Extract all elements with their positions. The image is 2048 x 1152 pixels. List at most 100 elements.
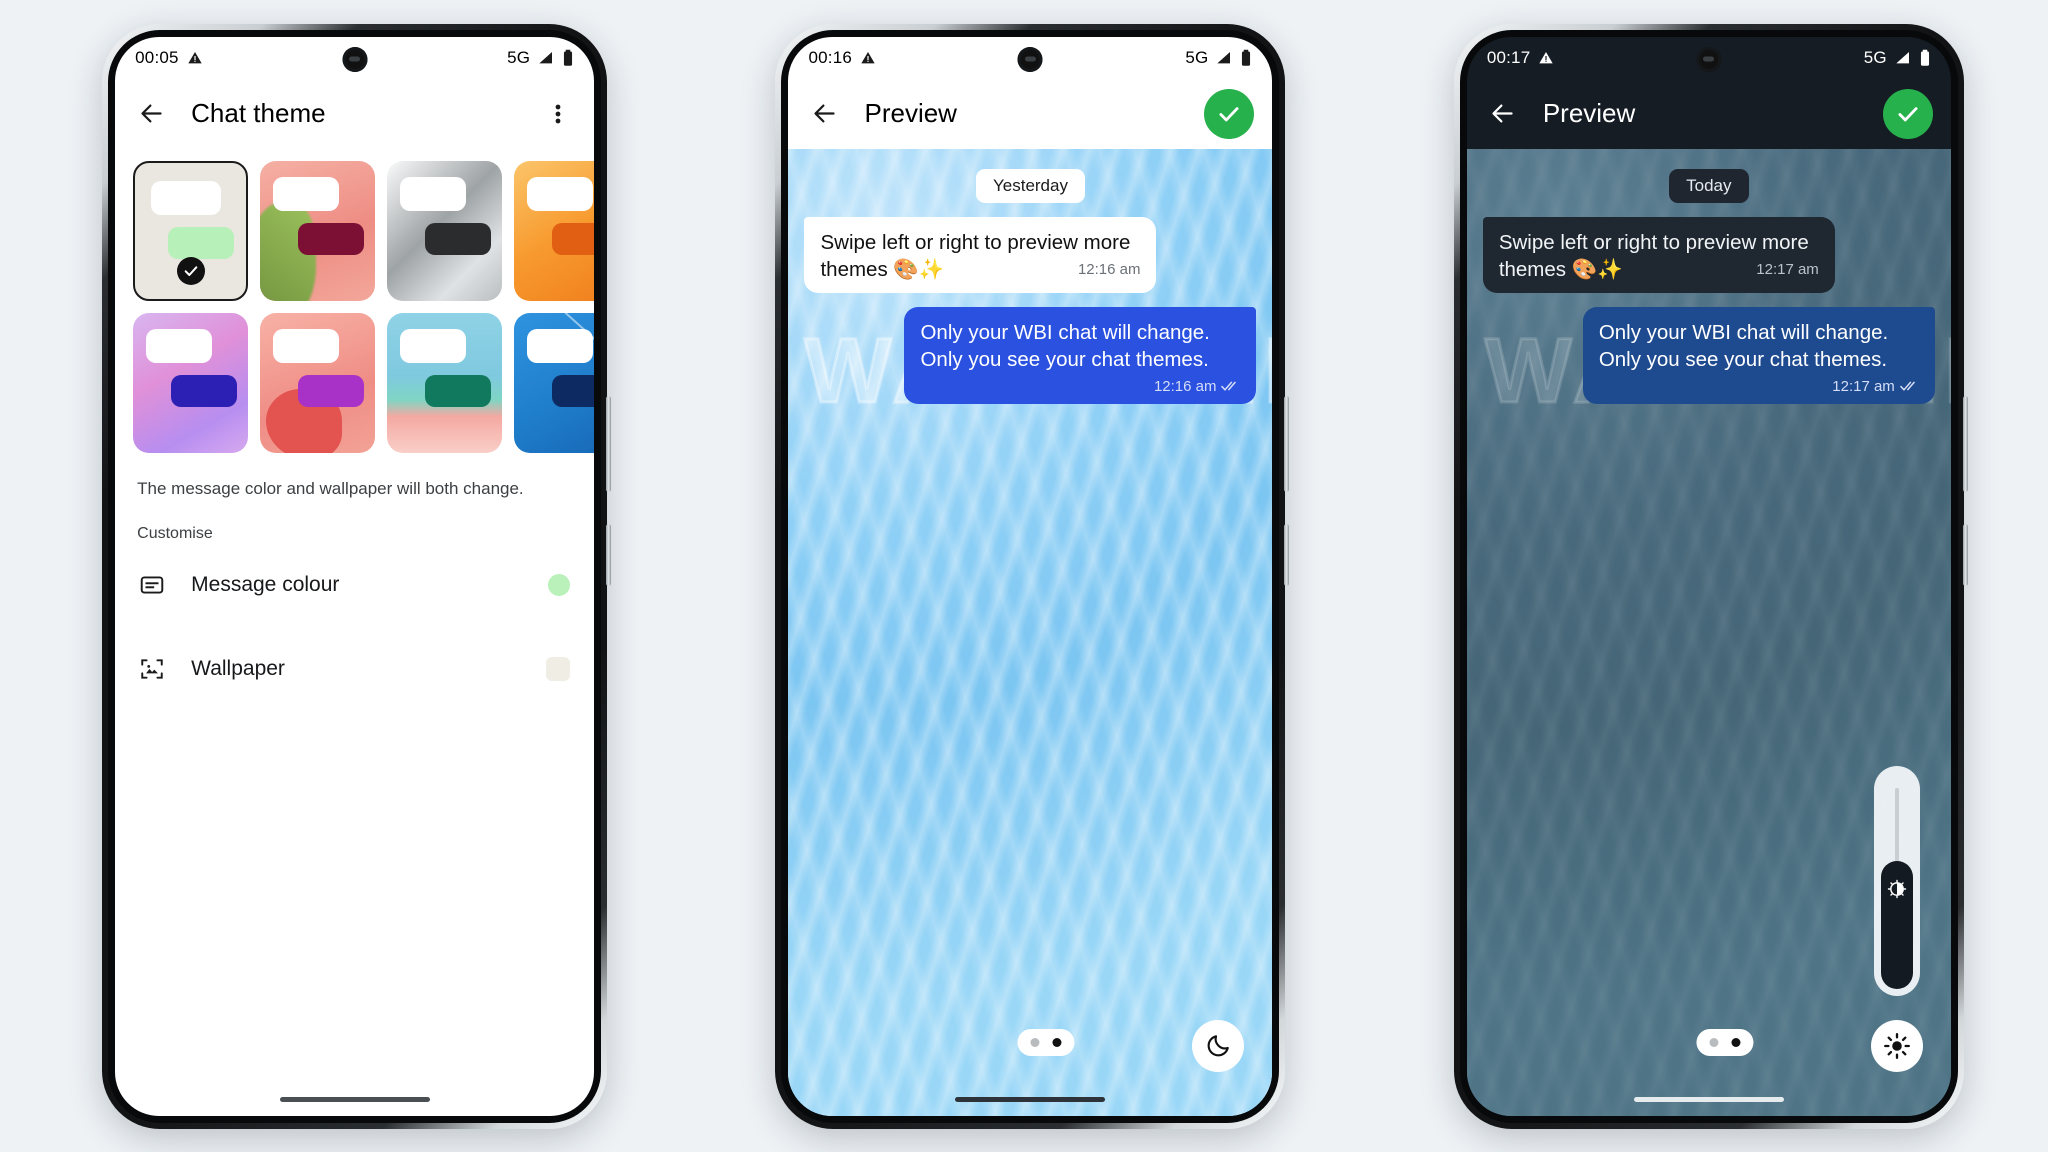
theme-tile-default[interactable] <box>133 160 249 301</box>
page-title: Preview <box>864 98 957 128</box>
bubble-time: 12:16 am <box>1077 260 1141 278</box>
volume-button[interactable] <box>1962 523 1968 586</box>
theme-tile-flower-coral[interactable] <box>260 160 376 301</box>
network-type-label: 5G <box>1863 47 1887 67</box>
warning-triangle-icon <box>861 51 875 63</box>
tile-incoming-bubble <box>400 328 467 363</box>
status-right: 5G <box>1864 48 1931 68</box>
power-button[interactable] <box>1284 395 1290 492</box>
tile-incoming-bubble <box>273 176 340 211</box>
power-button[interactable] <box>606 395 612 492</box>
status-right: 5G <box>1185 48 1252 68</box>
theme-tile-lilac-aurora[interactable] <box>133 312 249 453</box>
power-button[interactable] <box>1962 395 1968 492</box>
bubble-meta: 12:17 am <box>1832 379 1919 394</box>
screenshot-stage: 00:05 5G Chat theme The message color an… <box>0 0 2048 1152</box>
brightness-thumb[interactable] <box>1880 860 1913 989</box>
phone-preview-light: 00:16 5G Preview Yesterday Swipe left or… <box>775 23 1290 1129</box>
app-bar: Preview <box>1466 78 1951 149</box>
navigation-pill[interactable] <box>955 1096 1106 1102</box>
chat-bubble-outgoing[interactable]: Only your WBI chat will change. Only you… <box>904 306 1257 404</box>
theme-tile-silver[interactable] <box>387 160 503 301</box>
brightness-icon <box>1887 879 1907 898</box>
chat-bubble-incoming[interactable]: Swipe left or right to preview more them… <box>1482 216 1835 293</box>
pager-dot[interactable] <box>1709 1037 1719 1047</box>
status-bar: 00:05 5G <box>115 37 594 79</box>
tile-outgoing-bubble <box>552 222 595 255</box>
theme-pager-dots[interactable] <box>1017 1028 1075 1056</box>
signal-bars-icon <box>539 51 553 63</box>
app-bar: Chat theme <box>115 79 594 149</box>
message-row-outgoing: Only your WBI chat will change. Only you… <box>788 306 1272 404</box>
pager-dot-active[interactable] <box>1731 1037 1741 1047</box>
day-separator-chip: Yesterday <box>975 168 1085 203</box>
tile-incoming-bubble <box>527 176 594 211</box>
tile-incoming-bubble <box>527 328 594 363</box>
customise-section-title: Customise <box>137 524 213 542</box>
chat-bubble-incoming[interactable]: Swipe left or right to preview more them… <box>804 216 1157 293</box>
back-arrow-icon <box>814 104 835 123</box>
battery-full-icon <box>564 49 573 66</box>
setting-row-wallpaper[interactable]: Wallpaper <box>115 627 594 711</box>
theme-tile-orange-sunset[interactable] <box>514 160 595 301</box>
tile-incoming-bubble <box>151 180 222 215</box>
back-button[interactable] <box>1485 96 1521 132</box>
navigation-pill[interactable] <box>1633 1096 1784 1102</box>
overflow-menu-button[interactable] <box>540 96 576 132</box>
phone-chat-theme: 00:05 5G Chat theme The message color an… <box>102 23 612 1129</box>
bubble-time: 12:16 am <box>1153 377 1217 395</box>
theme-tile-beach[interactable] <box>387 312 503 453</box>
network-type-label: 5G <box>507 47 531 67</box>
warning-triangle-icon <box>188 51 202 63</box>
message-colour-icon <box>140 575 164 594</box>
theme-tile-coral-leaf[interactable] <box>260 312 376 453</box>
moon-icon <box>1207 1035 1229 1057</box>
double-check-icon <box>1900 381 1915 391</box>
signal-bars-icon <box>1217 51 1231 63</box>
status-right: 5G <box>507 48 574 68</box>
sun-icon <box>1883 1032 1910 1059</box>
page-title: Preview <box>1542 98 1636 128</box>
navigation-pill[interactable] <box>279 1096 430 1102</box>
status-left: 00:05 <box>135 48 203 68</box>
message-row-incoming: Swipe left or right to preview more them… <box>788 216 1272 293</box>
chat-preview-body: WABETAINFO Today Swipe left or right to … <box>1466 148 1951 1116</box>
chat-preview-body: WABETAINFO Yesterday Swipe left or right… <box>788 148 1273 1116</box>
page-title: Chat theme <box>191 98 326 128</box>
light-mode-toggle-button[interactable] <box>1870 1019 1923 1072</box>
setting-label: Message colour <box>191 572 340 596</box>
status-time: 00:17 <box>1486 47 1531 67</box>
app-bar: Preview <box>788 79 1272 149</box>
status-left: 00:17 <box>1487 48 1555 68</box>
dark-mode-toggle-button[interactable] <box>1192 1019 1245 1072</box>
back-button[interactable] <box>806 96 842 132</box>
battery-full-icon <box>1242 49 1251 66</box>
day-separator-chip: Today <box>1669 168 1749 203</box>
pager-dot-active[interactable] <box>1052 1037 1062 1047</box>
brightness-slider[interactable] <box>1873 765 1920 996</box>
wallpaper-swatch[interactable] <box>546 656 571 681</box>
confirm-theme-button[interactable] <box>1882 88 1933 139</box>
status-time: 00:16 <box>808 47 853 67</box>
setting-row-message-colour[interactable]: Message colour <box>115 543 594 627</box>
setting-label: Wallpaper <box>191 656 285 680</box>
tile-outgoing-bubble <box>425 222 492 255</box>
bubble-text: Only your WBI chat will change. Only you… <box>920 320 1210 371</box>
check-icon <box>1898 106 1918 121</box>
chat-bubble-outgoing[interactable]: Only your WBI chat will change. Only you… <box>1582 306 1935 404</box>
confirm-theme-button[interactable] <box>1204 88 1255 139</box>
network-type-label: 5G <box>1185 47 1209 67</box>
theme-pager-dots[interactable] <box>1696 1028 1754 1056</box>
phone-screen: 00:16 5G Preview Yesterday Swipe left or… <box>788 36 1273 1116</box>
back-button[interactable] <box>133 96 169 132</box>
pager-dot[interactable] <box>1030 1037 1040 1047</box>
status-left: 00:16 <box>808 48 876 68</box>
check-icon <box>184 265 197 276</box>
message-colour-swatch[interactable] <box>548 573 571 596</box>
bubble-text: Only your WBI chat will change. Only you… <box>1598 320 1889 371</box>
tile-outgoing-bubble <box>552 374 595 407</box>
volume-button[interactable] <box>1284 523 1290 586</box>
tile-outgoing-bubble <box>171 374 238 407</box>
volume-button[interactable] <box>606 523 612 586</box>
theme-tile-blue-lines[interactable] <box>514 312 595 453</box>
